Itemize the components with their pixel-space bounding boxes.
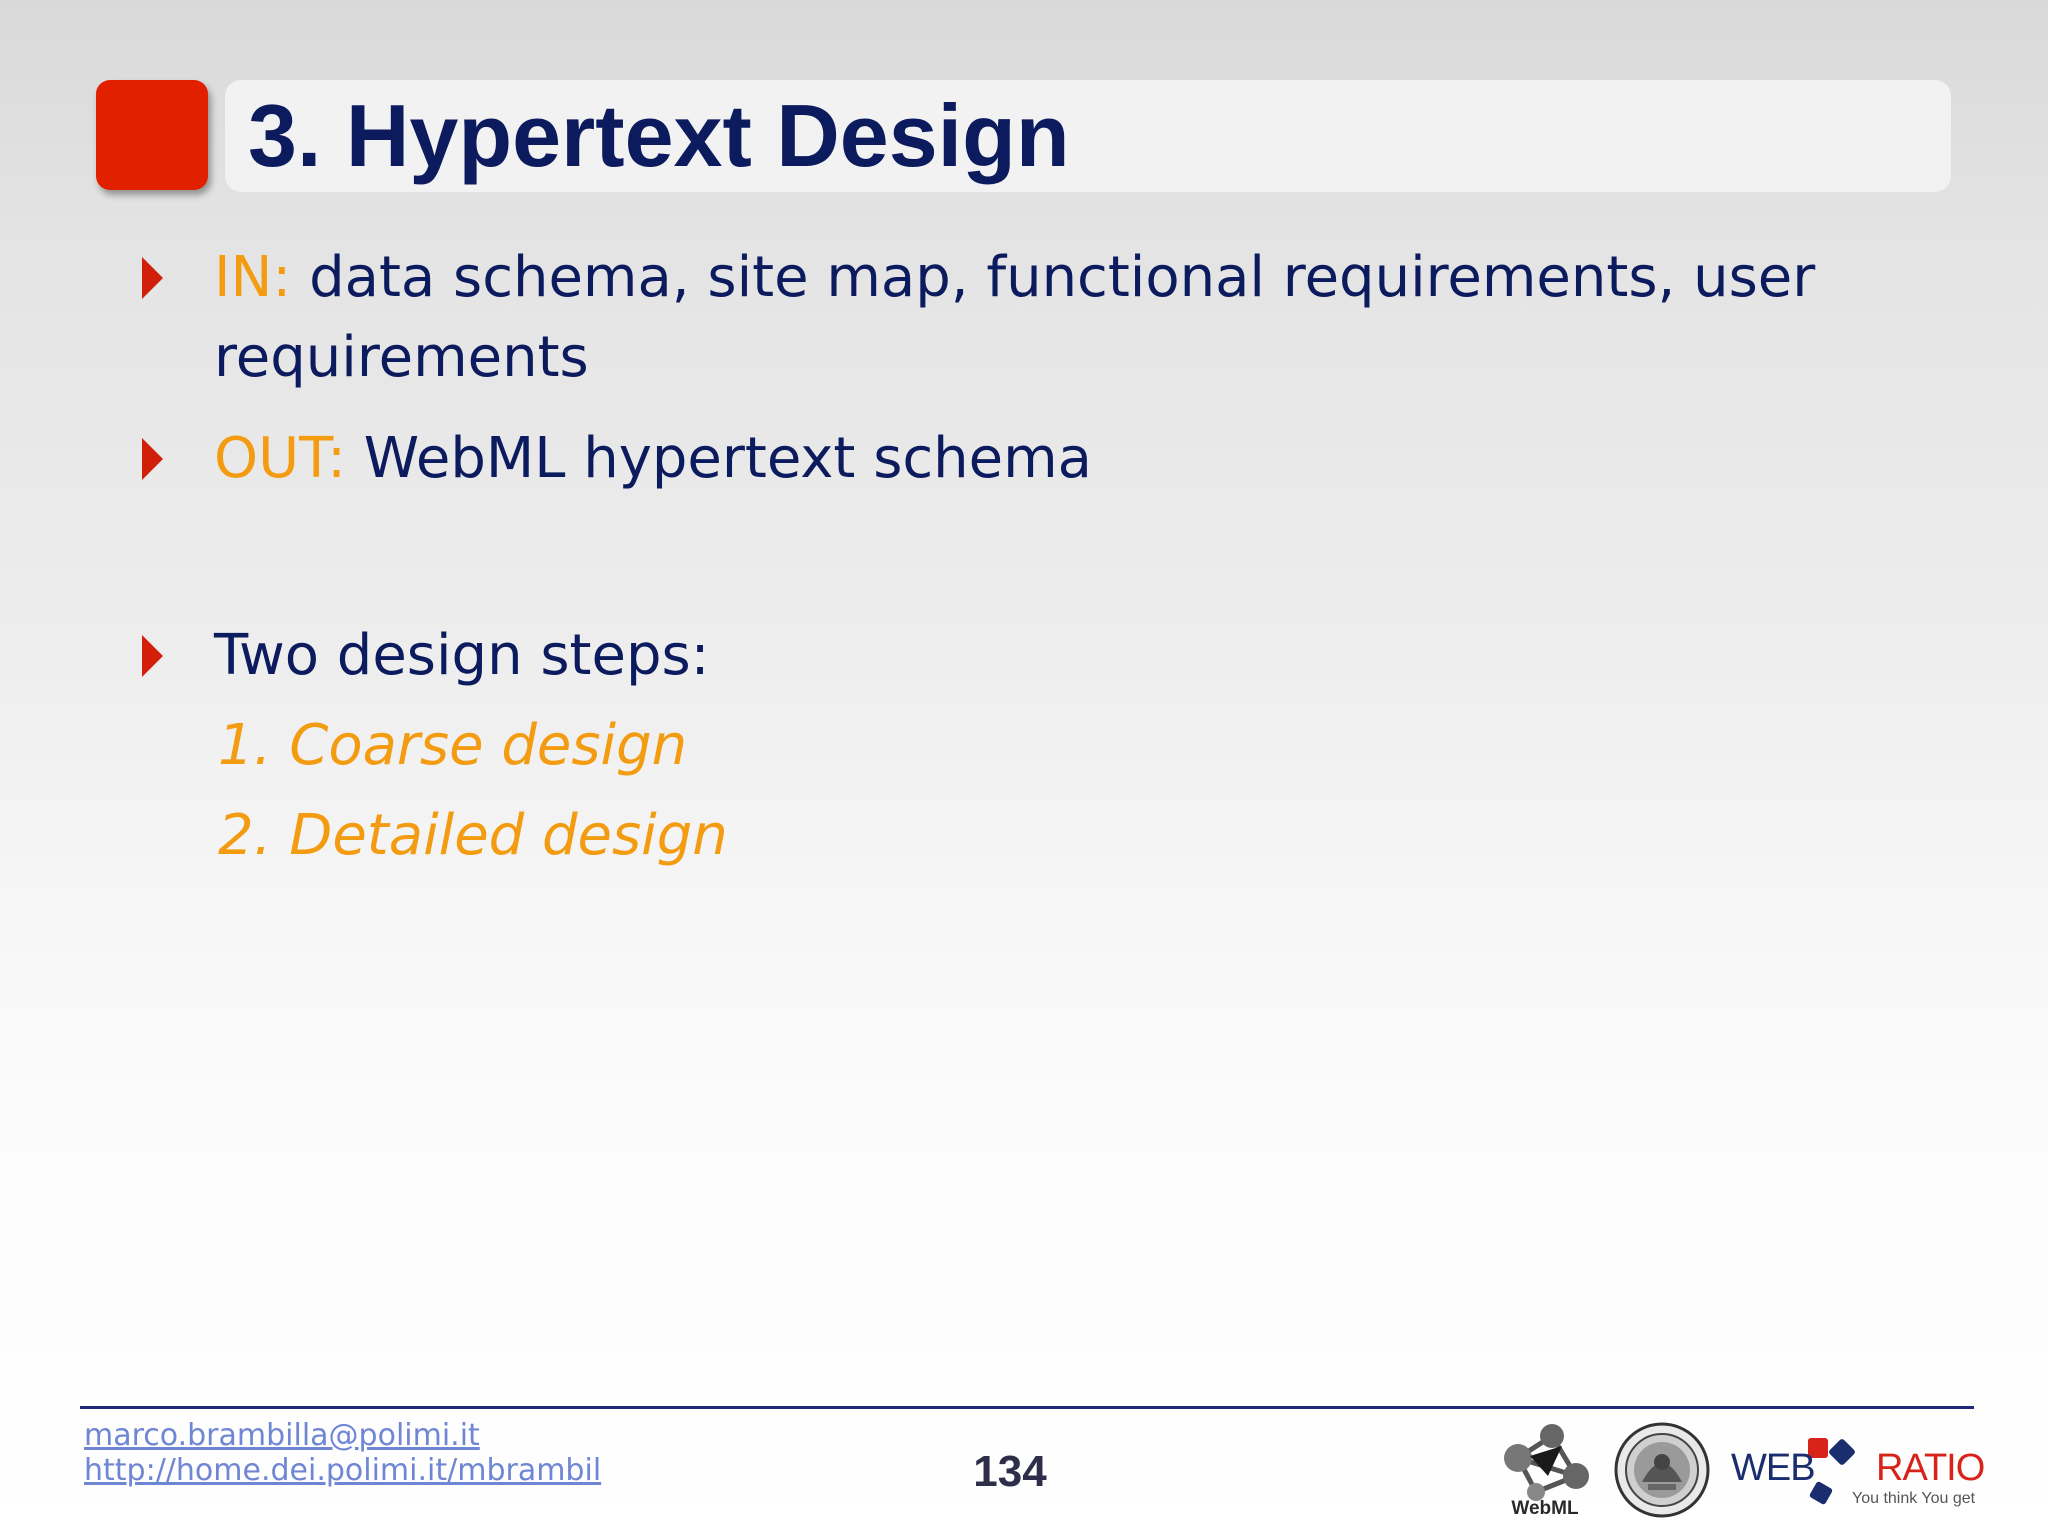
bullet-steps-line: Two design steps: [214, 623, 710, 688]
footer-homepage-link[interactable]: http://home.dei.polimi.it/mbrambil [84, 1453, 601, 1489]
design-step-1: 1. Coarse design [218, 713, 688, 778]
slide-title: 3. Hypertext Design [248, 86, 1070, 185]
design-step-2: 2. Detailed design [218, 803, 728, 868]
title-accent-square [96, 80, 208, 190]
footer-divider [80, 1406, 1974, 1409]
bullet-out-line: OUT: WebML hypertext schema [214, 419, 1092, 499]
bullet-in-line1: IN: data schema, site map, functional re… [214, 238, 1815, 318]
bullet-arrow-icon [142, 635, 163, 677]
bullet-in-text: data schema, site map, functional requir… [291, 245, 1816, 310]
politecnico-seal-icon [1614, 1422, 1710, 1518]
bullet-out-keyword: OUT: [214, 426, 346, 491]
webratio-tagline: You think You get [1852, 1490, 1976, 1507]
webml-logo-label: WebML [1511, 1498, 1579, 1519]
footer-email-link[interactable]: marco.brambilla@polimi.it [84, 1418, 480, 1454]
webratio-web-text: WEB [1731, 1447, 1816, 1489]
bullet-in-line2: requirements [214, 325, 589, 390]
webratio-ratio-text: RATIO [1876, 1447, 1985, 1489]
bullet-out-text: WebML hypertext schema [346, 426, 1092, 491]
bullet-arrow-icon [142, 257, 163, 299]
bullet-in-keyword: IN: [214, 245, 292, 310]
bullet-arrow-icon [142, 438, 163, 480]
page-number: 134 [973, 1447, 1047, 1496]
